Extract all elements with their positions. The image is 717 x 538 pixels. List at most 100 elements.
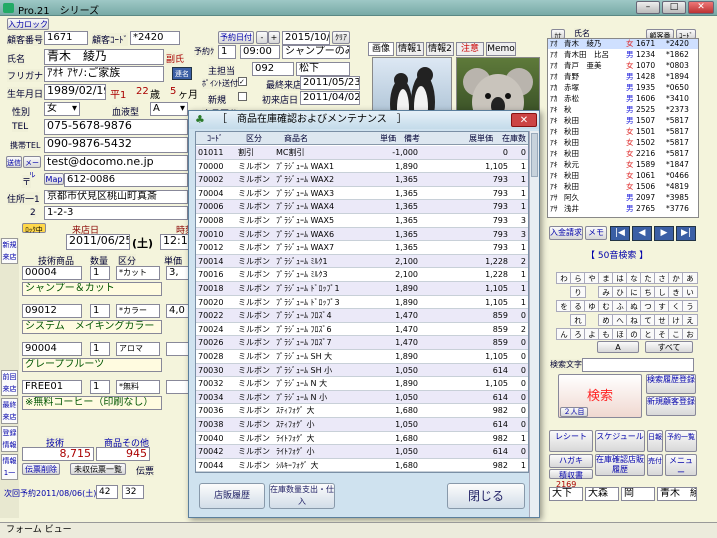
stock-row[interactable]: 70010 ミルボン ﾌﾟﾗｼﾞｭｰﾑ WAX6 1,365 793 3 bbox=[196, 227, 528, 242]
item-qty-field[interactable]: 1 bbox=[90, 304, 110, 318]
mail-button[interactable]: メール bbox=[23, 156, 41, 179]
hdr-note[interactable]: 備考 bbox=[400, 133, 424, 144]
stock-row[interactable]: 70018 ミルボン ﾌﾟﾗｼﾞｭｰﾑ ﾄﾞﾛｯﾌﾟ1 1,890 1,105 1 bbox=[196, 282, 528, 296]
new-checkbox[interactable] bbox=[238, 92, 247, 101]
customer-list-item[interactable]: ｱｷ 秋田 女 1506 *4819 bbox=[548, 182, 698, 192]
kana-key[interactable]: い bbox=[682, 286, 698, 298]
item-code-field[interactable]: 00004 bbox=[22, 266, 82, 280]
hdr-code[interactable]: ｺｰﾄﾞ bbox=[200, 133, 230, 144]
bill-button[interactable]: 入金請求 bbox=[549, 226, 583, 240]
stock-row[interactable]: 70020 ミルボン ﾌﾟﾗｼﾞｭｰﾑ ﾄﾞﾛｯﾌﾟ3 1,890 1,105 1 bbox=[196, 296, 528, 310]
stock-row[interactable]: 70022 ミルボン ﾌﾟﾗｼﾞｭｰﾑ ﾌﾛｽﾞ4 1,470 859 0 bbox=[196, 309, 528, 323]
customer-list-item[interactable]: ｱｷ 秋元 女 1589 *1847 bbox=[548, 160, 698, 170]
kana-key[interactable]: う bbox=[682, 300, 698, 312]
sex-select[interactable]: 女 ▾ bbox=[44, 102, 80, 116]
second-person-button[interactable]: ２人目 bbox=[560, 407, 588, 417]
item-code-field[interactable]: FREE01 bbox=[22, 380, 82, 394]
stock-row[interactable]: 70044 ミルボン ｼﾙｷｰﾌｫｸﾞ 大 1,680 982 1 bbox=[196, 459, 528, 472]
stock-row[interactable]: 70012 ミルボン ﾌﾟﾗｼﾞｭｰﾑ WAX7 1,365 793 1 bbox=[196, 241, 528, 255]
customer-list-item[interactable]: ｱｵ 青野 男 1428 *1894 bbox=[548, 72, 698, 82]
info1-list-button[interactable]: 情報1一覧 bbox=[1, 454, 18, 480]
visit-date-field[interactable]: 2011/06/25 bbox=[66, 234, 130, 250]
stock-row[interactable]: 70038 ミルボン ｽﾃｨﾌｫｸﾞ 小 1,050 614 0 bbox=[196, 418, 528, 432]
stock-history-button[interactable]: 在庫確認店販履歴 bbox=[595, 454, 645, 476]
item-name-field[interactable]: ※無料コーヒー（印刷なし） bbox=[22, 396, 162, 410]
kana-key[interactable]: え bbox=[682, 314, 698, 326]
item-code-field[interactable]: 90004 bbox=[22, 342, 82, 356]
reserve-num[interactable]: 1 bbox=[218, 45, 236, 59]
customer-list-item[interactable]: ｱｶ 赤塚 男 1935 *0650 bbox=[548, 83, 698, 93]
customer-list-item[interactable]: ｱｷ 秋田 女 1501 *5817 bbox=[548, 127, 698, 137]
stock-row[interactable]: 70040 ミルボン ﾗｲﾄﾌｫｸﾞ 大 1,680 982 1 bbox=[196, 432, 528, 446]
date-plus-button[interactable]: + bbox=[268, 31, 280, 44]
reserve-list-button[interactable]: 予約一覧 bbox=[665, 430, 697, 452]
stock-inout-button[interactable]: 在庫数量支出・仕入 bbox=[269, 483, 335, 509]
stock-row[interactable]: 70016 ミルボン ﾌﾟﾗｼﾞｭｰﾑ ﾐﾙｸ3 2,100 1,228 1 bbox=[196, 268, 528, 282]
customer-list[interactable]: ｱｵ 青木 綾乃女 1671 *2420 ｱｵ 青木田 比呂男 1234 *1862 ｱｵ 青戸 … bbox=[547, 38, 699, 218]
birth-field[interactable]: 1989/02/19 bbox=[44, 84, 106, 100]
hdr-stock[interactable]: 在庫数 bbox=[500, 133, 528, 144]
daily-report-button[interactable]: 日報 bbox=[647, 430, 663, 452]
customer-list-item[interactable]: ｱｵ 青木 綾乃 女 1671 *2420 bbox=[548, 39, 698, 49]
tab-memo[interactable]: Memo bbox=[486, 42, 516, 56]
reserve-date-field[interactable]: 2015/10/15 bbox=[282, 31, 330, 45]
delete-slip-button[interactable]: 伝票削除 bbox=[22, 463, 60, 475]
memo-button[interactable]: メモ bbox=[585, 226, 607, 240]
stock-row[interactable]: 70002 ミルボン ﾌﾟﾗｼﾞｭｰﾑ WAX2 1,365 793 1 bbox=[196, 173, 528, 187]
clear-button[interactable]: ｸﾘｱ bbox=[332, 31, 350, 44]
search-input[interactable] bbox=[582, 358, 694, 372]
item-qty-field[interactable]: 1 bbox=[90, 266, 110, 280]
tab-info2[interactable]: 情報2 bbox=[426, 42, 454, 56]
customer-list-item[interactable]: ｱｷ 秋田 男 1507 *5817 bbox=[548, 116, 698, 126]
item-name-field[interactable]: シャンプー＆カット bbox=[22, 282, 162, 296]
tab-caution[interactable]: 注意 bbox=[456, 42, 484, 56]
stock-row[interactable]: 70030 ミルボン ﾌﾟﾗｼﾞｭｰﾑ SH 小 1,050 614 0 bbox=[196, 363, 528, 378]
last-record-button[interactable]: ▶| bbox=[676, 226, 696, 241]
stock-row[interactable]: 70026 ミルボン ﾌﾟﾗｼﾞｭｰﾑ ﾌﾛｽﾞ7 1,470 859 0 bbox=[196, 336, 528, 350]
stock-row[interactable]: 70006 ミルボン ﾌﾟﾗｼﾞｭｰﾑ WAX4 1,365 793 1 bbox=[196, 200, 528, 214]
stock-row[interactable]: 70028 ミルボン ﾌﾟﾗｼﾞｭｰﾑ SH 大 1,890 1,105 0 bbox=[196, 350, 528, 364]
reserve-time-field[interactable]: 09:00 bbox=[240, 45, 280, 59]
hdr-kind[interactable]: 区分 bbox=[244, 133, 264, 144]
reg-info-button[interactable]: 登録情報 bbox=[1, 426, 18, 452]
card-checkbox[interactable]: ✓ bbox=[238, 77, 247, 86]
receipt-button[interactable]: レシート bbox=[549, 430, 593, 452]
reserve-menu-field[interactable]: シャンプーのみ bbox=[282, 45, 350, 59]
stock-row[interactable]: 70014 ミルボン ﾌﾟﾗｼﾞｭｰﾑ ﾐﾙｸ1 2,100 1,228 2 bbox=[196, 254, 528, 269]
prev-visit-button[interactable]: 前回来店 bbox=[1, 370, 18, 396]
kana-key[interactable]: り bbox=[570, 286, 586, 298]
sale-button[interactable]: 売付 bbox=[647, 454, 663, 476]
kana-key[interactable]: れ bbox=[570, 314, 586, 326]
stock-row[interactable]: 70024 ミルボン ﾌﾟﾗｼﾞｭｰﾑ ﾌﾛｽﾞ6 1,470 859 2 bbox=[196, 323, 528, 337]
customer-list-item[interactable]: ｱｻ 阿久 男 2097 *3985 bbox=[548, 193, 698, 203]
addr1-field[interactable]: 京都市伏見区桃山町真斎 bbox=[44, 190, 188, 204]
link-name-button[interactable]: 連名 bbox=[172, 67, 192, 80]
customer-list-item[interactable]: ｱｶ 赤松 男 1606 *3410 bbox=[548, 94, 698, 104]
minimize-button[interactable]: – bbox=[636, 1, 660, 14]
tel-field[interactable]: 075-5678-9876 bbox=[44, 119, 188, 135]
tab-image[interactable]: 画像 bbox=[368, 42, 394, 56]
staff-code-field[interactable]: 092 bbox=[252, 62, 294, 76]
stock-row[interactable]: 70032 ミルボン ﾌﾟﾗｼﾞｭｰﾑ N 大 1,890 1,105 0 bbox=[196, 377, 528, 391]
customer-list-item[interactable]: ｱｷ 秋田 女 2216 *5817 bbox=[548, 149, 698, 159]
last-visit-button[interactable]: 最終来店 bbox=[1, 398, 18, 424]
menu-button[interactable]: メニュー bbox=[665, 454, 697, 477]
kana-key[interactable]: あ bbox=[682, 272, 698, 284]
item-qty-field[interactable]: 1 bbox=[90, 380, 110, 394]
item-kind-field[interactable]: *無料 bbox=[116, 380, 160, 394]
item-kind-field[interactable]: *カット bbox=[116, 266, 160, 280]
addr2-field[interactable]: 1-2-3 bbox=[44, 206, 188, 220]
email-field[interactable]: test@docomo.ne.jp bbox=[44, 155, 188, 171]
visit-time-field[interactable]: 12:15 bbox=[160, 234, 190, 250]
hdr-price[interactable]: 単価 bbox=[376, 133, 400, 144]
last-visit-field[interactable]: 2011/05/23 bbox=[300, 76, 360, 90]
hdr-name[interactable]: 商品名 bbox=[276, 133, 316, 144]
maximize-button[interactable]: □ bbox=[662, 1, 686, 14]
grid-scrollbar[interactable] bbox=[529, 131, 539, 517]
stock-row[interactable]: 70034 ミルボン ﾌﾟﾗｼﾞｭｰﾑ N 小 1,050 614 0 bbox=[196, 390, 528, 405]
schedule-button[interactable]: スケジュール bbox=[595, 430, 645, 452]
next-record-button[interactable]: ▶ bbox=[654, 226, 674, 241]
item-qty-field[interactable]: 1 bbox=[90, 342, 110, 356]
mobile-field[interactable]: 090-9876-5432 bbox=[44, 137, 188, 153]
customer-list-item[interactable]: ｱｻ 浅井 男 2765 *3776 bbox=[548, 204, 698, 214]
